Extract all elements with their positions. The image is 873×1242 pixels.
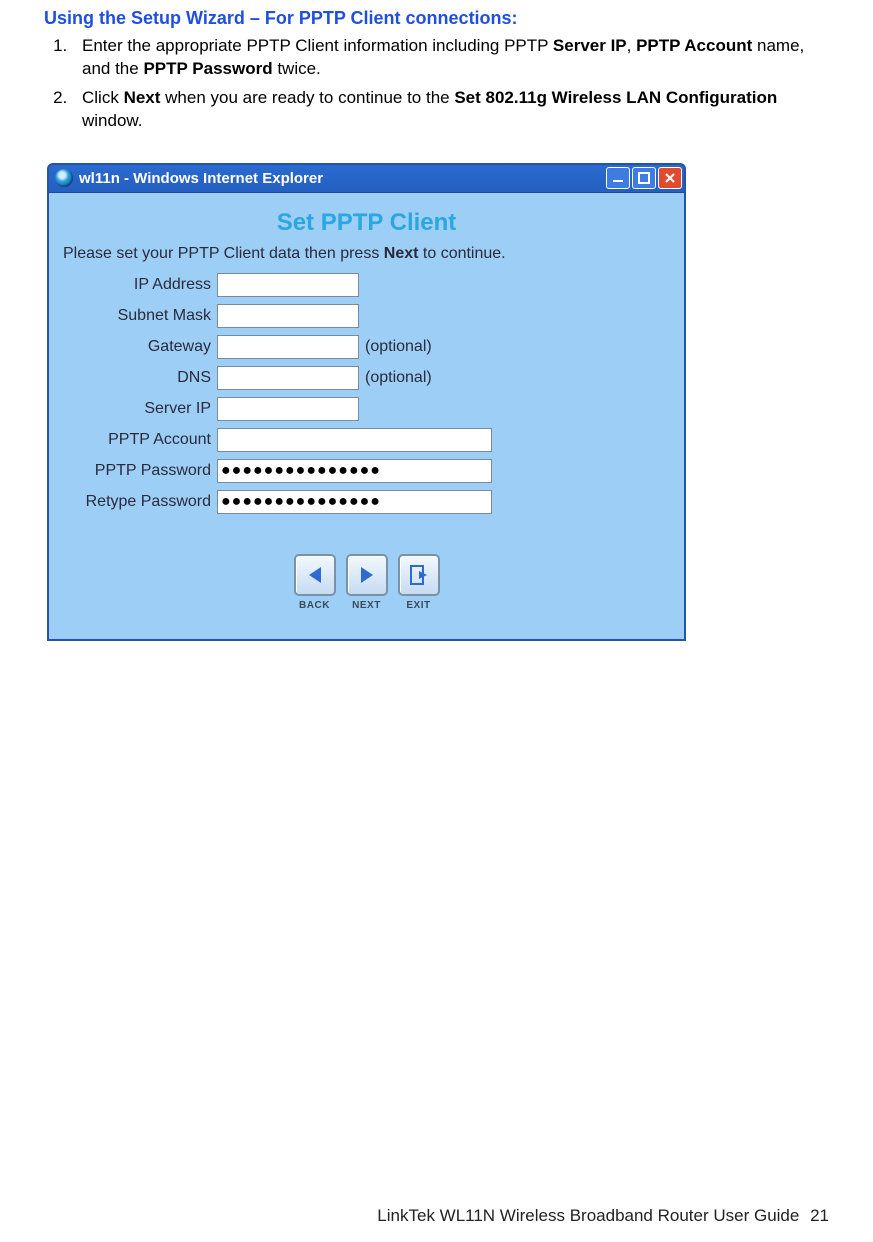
- minimize-icon: [612, 172, 624, 184]
- step-text: twice.: [273, 59, 321, 78]
- row-pptp-account: PPTP Account: [57, 428, 676, 452]
- page-content: Using the Setup Wizard – For PPTP Client…: [0, 0, 873, 641]
- maximize-icon: [638, 172, 650, 184]
- step-bold: Server IP: [553, 36, 627, 55]
- row-dns: DNS (optional): [57, 366, 676, 390]
- window-title: wl11n - Windows Internet Explorer: [79, 170, 606, 187]
- section-heading: Using the Setup Wizard – For PPTP Client…: [44, 8, 829, 29]
- step-text: window.: [82, 111, 142, 130]
- row-subnet-mask: Subnet Mask: [57, 304, 676, 328]
- step-1: Enter the appropriate PPTP Client inform…: [72, 35, 829, 81]
- gateway-field[interactable]: [217, 335, 359, 359]
- window-body: Set PPTP Client Please set your PPTP Cli…: [47, 193, 686, 641]
- step-text: Enter the appropriate PPTP Client inform…: [82, 36, 553, 55]
- back-label: BACK: [299, 600, 330, 611]
- label-dns: DNS: [57, 369, 217, 387]
- screenshot-window: wl11n - Windows Internet Explorer Set PP…: [47, 163, 686, 641]
- back-button[interactable]: BACK: [294, 554, 336, 611]
- instruction-prefix: Please set your PPTP Client data then pr…: [63, 245, 384, 262]
- ip-address-field[interactable]: [217, 273, 359, 297]
- row-server-ip: Server IP: [57, 397, 676, 421]
- window-titlebar: wl11n - Windows Internet Explorer: [47, 163, 686, 193]
- body-title: Set PPTP Client: [57, 209, 676, 237]
- step-2: Click Next when you are ready to continu…: [72, 87, 829, 133]
- row-ip-address: IP Address: [57, 273, 676, 297]
- page-footer: LinkTek WL11N Wireless Broadband Router …: [0, 1206, 829, 1226]
- dns-field[interactable]: [217, 366, 359, 390]
- retype-password-field[interactable]: ●●●●●●●●●●●●●●●: [217, 490, 492, 514]
- pptp-password-field[interactable]: ●●●●●●●●●●●●●●●: [217, 459, 492, 483]
- page-number: 21: [810, 1206, 829, 1225]
- label-subnet-mask: Subnet Mask: [57, 307, 217, 325]
- instruction-suffix: to continue.: [418, 245, 505, 262]
- row-retype-password: Retype Password ●●●●●●●●●●●●●●●: [57, 490, 676, 514]
- instruction-bold: Next: [384, 245, 419, 262]
- next-label: NEXT: [352, 600, 381, 611]
- footer-text: LinkTek WL11N Wireless Broadband Router …: [377, 1206, 799, 1225]
- step-bold: Set 802.11g Wireless LAN Configuration: [454, 88, 777, 107]
- step-bold: PPTP Account: [636, 36, 752, 55]
- label-pptp-password: PPTP Password: [57, 462, 217, 480]
- next-button-wizard[interactable]: NEXT: [346, 554, 388, 611]
- exit-label: EXIT: [406, 600, 430, 611]
- row-pptp-password: PPTP Password ●●●●●●●●●●●●●●●: [57, 459, 676, 483]
- label-gateway: Gateway: [57, 338, 217, 356]
- label-server-ip: Server IP: [57, 400, 217, 418]
- optional-text: (optional): [365, 338, 432, 356]
- maximize-button[interactable]: [632, 167, 656, 189]
- instruction-list: Enter the appropriate PPTP Client inform…: [72, 35, 829, 133]
- subnet-mask-field[interactable]: [217, 304, 359, 328]
- next-icon: [346, 554, 388, 596]
- label-retype-password: Retype Password: [57, 493, 217, 511]
- label-pptp-account: PPTP Account: [57, 431, 217, 449]
- close-icon: [664, 172, 676, 184]
- step-bold: Next: [124, 88, 161, 107]
- window-controls: [606, 167, 682, 189]
- optional-text: (optional): [365, 369, 432, 387]
- internet-explorer-icon: [55, 169, 73, 187]
- step-text: Click: [82, 88, 124, 107]
- label-ip-address: IP Address: [57, 276, 217, 294]
- wizard-nav: BACK NEXT EXIT: [57, 554, 676, 611]
- step-bold: PPTP Password: [143, 59, 272, 78]
- exit-button[interactable]: EXIT: [398, 554, 440, 611]
- back-icon: [294, 554, 336, 596]
- server-ip-field[interactable]: [217, 397, 359, 421]
- instruction-text: Please set your PPTP Client data then pr…: [63, 245, 670, 263]
- step-text: when you are ready to continue to the: [160, 88, 454, 107]
- step-text: ,: [627, 36, 636, 55]
- row-gateway: Gateway (optional): [57, 335, 676, 359]
- close-button[interactable]: [658, 167, 682, 189]
- exit-icon: [398, 554, 440, 596]
- pptp-account-field[interactable]: [217, 428, 492, 452]
- minimize-button[interactable]: [606, 167, 630, 189]
